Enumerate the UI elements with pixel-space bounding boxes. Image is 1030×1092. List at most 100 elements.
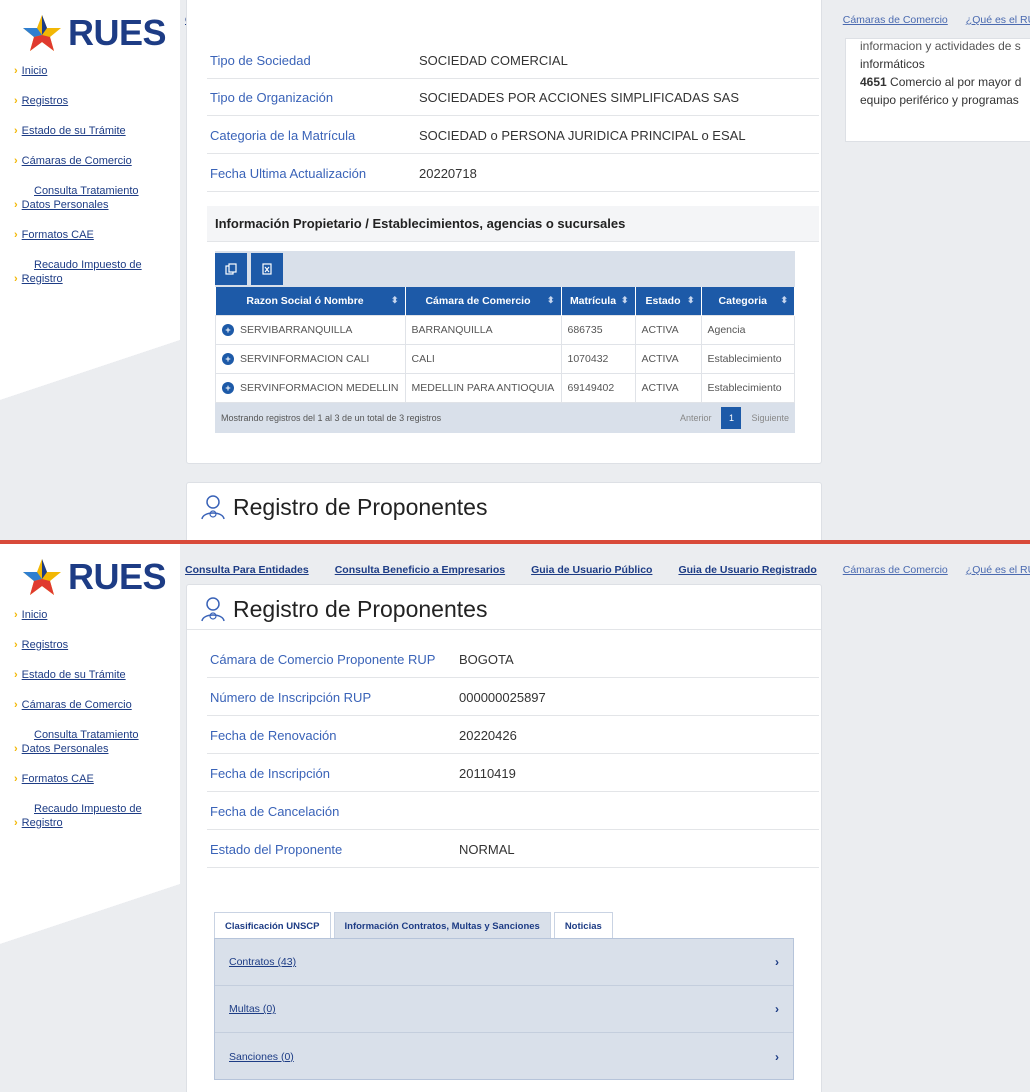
cell-camara: BARRANQUILLA (404, 314, 562, 345)
rues-logo[interactable]: RUES (22, 556, 167, 598)
cell-matricula: 686735 (560, 314, 636, 345)
rues-logo[interactable]: RUES (22, 12, 167, 54)
sidebar-item-inicio[interactable]: › Inicio (14, 608, 174, 622)
topnav-consulta-beneficio[interactable]: Consulta Beneficio a Empresarios (335, 564, 505, 576)
sidebar: RUES › Inicio › Registros › Estado de su Tr… (0, 0, 180, 540)
sidebar-item-camaras[interactable]: › Cámaras de Comercio (14, 154, 174, 168)
topnav-camaras[interactable]: Cámaras de Comercio (843, 564, 948, 576)
table-header-row: Razon Social ó Nombre ⬍ Cámara de Comerci… (215, 287, 795, 315)
chevron-right-icon: › (775, 955, 779, 969)
sidebar-item-formatos[interactable]: › Formatos CAE (14, 228, 174, 242)
table-row[interactable]: + SERVINFORMACION MEDELLIN MEDELLIN PARA … (215, 372, 795, 403)
sort-icon: ⬍ (546, 295, 555, 305)
col-header-razon[interactable]: Razon Social ó Nombre ⬍ (215, 287, 406, 315)
col-header-matricula[interactable]: Matrícula ⬍ (561, 287, 636, 315)
cell-categoria: Establecimiento (700, 343, 795, 374)
tab-noticias[interactable]: Noticias (553, 912, 613, 938)
tab-contratos[interactable]: Información Contratos, Multas y Sancione… (333, 912, 551, 938)
sort-icon: ⬍ (620, 295, 629, 305)
activity-line-2: 4651 Comercio al por mayor d (860, 75, 1022, 89)
sidebar-slant (0, 884, 180, 944)
sidebar-item-estado[interactable]: › Estado de su Trámite (14, 124, 174, 138)
proponente-row: Número de Inscripción RUP 000000025897 (207, 679, 819, 716)
proponente-row: Cámara de Comercio Proponente RUP BOGOTA (207, 641, 819, 678)
sidebar-item-camaras[interactable]: › Cámaras de Comercio (14, 698, 174, 712)
info-row: Tipo de Sociedad SOCIEDAD COMERCIAL (207, 42, 819, 79)
chevron-right-icon: › (14, 273, 18, 285)
table-toolbar (215, 251, 795, 287)
chevron-right-icon: › (14, 95, 18, 107)
table-info: Mostrando registros del 1 al 3 de un tot… (221, 412, 442, 423)
topnav-guia-publico[interactable]: Guia de Usuario Público (531, 564, 652, 576)
sidebar-item-recaudo[interactable]: Recaudo Impuesto de › Registro (14, 802, 174, 830)
chevron-right-icon: › (14, 639, 18, 651)
proponente-row: Fecha de Renovación 20220426 (207, 717, 819, 754)
chevron-right-icon: › (14, 669, 18, 681)
copy-button[interactable] (215, 253, 247, 285)
chevron-right-icon: › (14, 773, 18, 785)
pagination-page[interactable]: 1 (721, 406, 742, 429)
col-header-estado[interactable]: Estado ⬍ (635, 287, 702, 315)
cell-camara: MEDELLIN PARA ANTIOQUIA (404, 372, 562, 403)
sidebar-item-tratamiento[interactable]: Consulta Tratamiento › Datos Personales (14, 728, 174, 756)
chevron-right-icon: › (775, 1002, 779, 1016)
page-title: Registro de Proponentes (233, 595, 488, 622)
sidebar-nav: › Inicio › Registros › Estado de su Trámite… (14, 64, 174, 302)
sidebar-item-recaudo[interactable]: Recaudo Impuesto de › Registro (14, 258, 174, 286)
cell-razon: + SERVIBARRANQUILLA (215, 314, 406, 345)
pagination-next[interactable]: Siguiente (751, 413, 789, 423)
chevron-right-icon: › (14, 609, 18, 621)
chevron-right-icon: › (14, 125, 18, 137)
topnav-que-es[interactable]: ¿Qué es el RUES? (966, 14, 1030, 26)
panel-item-multas[interactable]: Multas (0) › (215, 986, 793, 1033)
topnav-que-es[interactable]: ¿Qué es el RUES? (966, 564, 1030, 576)
sidebar-item-registros[interactable]: › Registros (14, 638, 174, 652)
user-award-icon (201, 597, 225, 622)
establishments-title: Información Propietario / Establecimient… (207, 206, 819, 242)
table-row[interactable]: + SERVIBARRANQUILLA BARRANQUILLA 686735 A… (215, 314, 795, 345)
chevron-right-icon: › (775, 1049, 779, 1064)
sidebar-item-inicio[interactable]: › Inicio (14, 64, 174, 78)
topnav-consulta-entidades[interactable]: Consulta Para Entidades (185, 564, 309, 576)
tab-clasificacion[interactable]: Clasificación UNSCP (214, 912, 331, 938)
cell-categoria: Establecimiento (700, 372, 795, 403)
cell-estado: ACTIVA (634, 372, 702, 403)
panel-item-contratos[interactable]: Contratos (43) › (215, 939, 793, 986)
company-info-card: Tipo de Sociedad SOCIEDAD COMERCIAL Tipo … (186, 0, 822, 464)
sort-icon: ⬍ (686, 295, 695, 305)
copy-icon (225, 263, 237, 275)
page-title: Registro de Proponentes (233, 493, 488, 520)
sidebar-slant (0, 340, 180, 400)
chevron-right-icon: › (14, 817, 18, 829)
rues-star-icon (23, 15, 61, 51)
excel-icon (262, 263, 272, 275)
chevron-right-icon: › (14, 199, 18, 211)
sidebar-item-estado[interactable]: › Estado de su Trámite (14, 668, 174, 682)
sidebar-item-formatos[interactable]: › Formatos CAE (14, 772, 174, 786)
col-header-categoria[interactable]: Categoria ⬍ (701, 287, 795, 315)
screenshot-bottom: RUES › Inicio › Registros › Estado de su Tr… (0, 544, 1030, 1092)
plus-circle-icon[interactable]: + (222, 381, 234, 394)
pagination-prev[interactable]: Anterior (680, 413, 712, 423)
col-header-camara[interactable]: Cámara de Comercio ⬍ (405, 287, 562, 315)
cell-camara: CALI (404, 343, 562, 374)
table-row[interactable]: + SERVINFORMACION CALI CALI 1070432 ACTIV… (215, 343, 795, 374)
proponentes-heading: Registro de Proponentes (199, 493, 487, 521)
sort-icon: ⬍ (780, 295, 788, 305)
proponente-row: Fecha de Inscripción 20110419 (207, 755, 819, 792)
excel-button[interactable] (251, 253, 283, 285)
rues-star-icon (23, 559, 61, 595)
cell-razon: + SERVINFORMACION MEDELLIN (215, 372, 406, 403)
topnav-camaras[interactable]: Cámaras de Comercio (843, 14, 948, 26)
topnav-guia-registrado[interactable]: Guia de Usuario Registrado (678, 564, 816, 576)
chevron-right-icon: › (14, 65, 18, 77)
user-award-icon (201, 495, 225, 520)
panel-item-sanciones[interactable]: Sanciones (0) › (215, 1033, 793, 1080)
sidebar-item-registros[interactable]: › Registros (14, 94, 174, 108)
activity-card: informacion y actividades de s informáti… (845, 38, 1030, 142)
plus-circle-icon[interactable]: + (222, 352, 234, 365)
plus-circle-icon[interactable]: + (222, 323, 234, 336)
tab-panel: Contratos (43) › Multas (0) › Sanciones (0… (214, 938, 794, 1080)
cell-estado: ACTIVA (634, 343, 702, 374)
sidebar-item-tratamiento[interactable]: Consulta Tratamiento › Datos Personales (14, 184, 174, 212)
